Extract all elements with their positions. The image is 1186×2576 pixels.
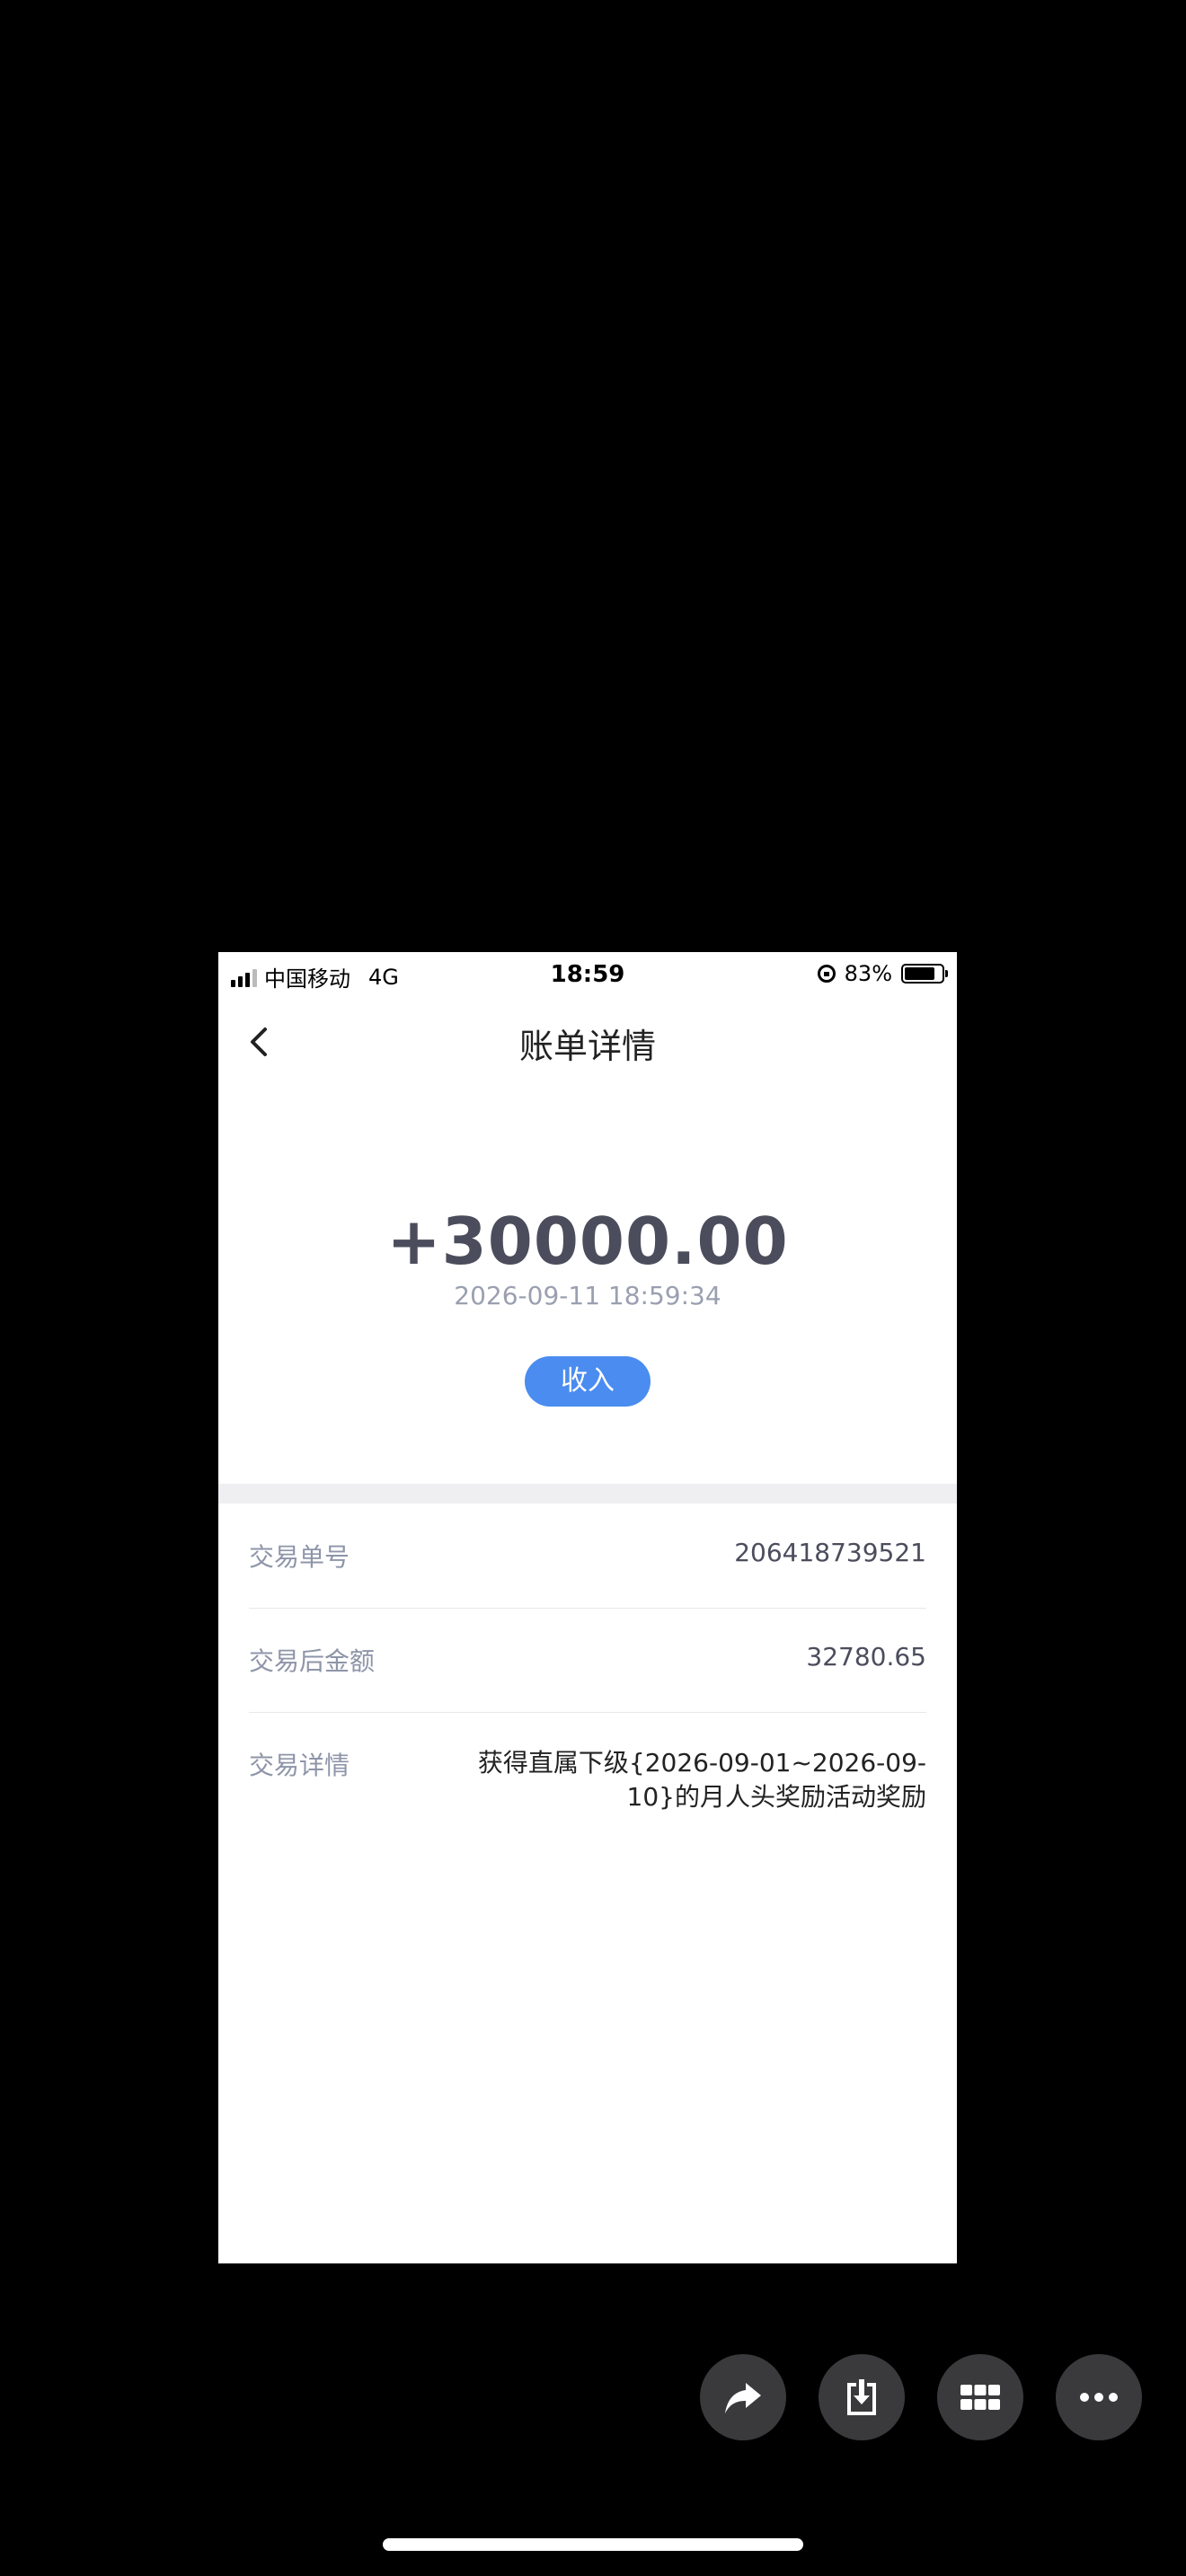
row-divider	[249, 1608, 926, 1609]
detail-label: 交易后金额	[249, 1646, 376, 1676]
page-title: 账单详情	[518, 1027, 656, 1066]
detail-row-description: 交易详情 获得直属下级{2026-09-01~2026-09-10}的月人头奖励…	[249, 1746, 926, 1854]
home-indicator[interactable]	[383, 2538, 803, 2551]
transaction-amount: +30000.00	[386, 1204, 789, 1279]
share-button[interactable]	[700, 2354, 786, 2440]
share-icon	[725, 2383, 761, 2413]
row-divider	[249, 1712, 926, 1713]
status-bar: 中国移动 4G 18:59 83%	[218, 952, 957, 997]
income-badge: 收入	[525, 1356, 651, 1407]
orientation-lock-icon	[817, 965, 836, 983]
more-icon	[1080, 2393, 1118, 2402]
detail-description: 获得直属下级{2026-09-01~2026-09-10}的月人头奖励活动奖励	[477, 1748, 926, 1812]
save-button[interactable]	[819, 2354, 905, 2440]
detail-label: 交易单号	[249, 1542, 350, 1572]
screenshot-frame: 中国移动 4G 18:59 83% 账单详情 +30000.00 2026-09…	[218, 952, 957, 2263]
download-icon	[847, 2379, 876, 2415]
battery-fill	[905, 967, 935, 980]
status-right: 83%	[817, 961, 948, 986]
more-button[interactable]	[1056, 2354, 1142, 2440]
transaction-datetime: 2026-09-11 18:59:34	[454, 1281, 721, 1310]
battery-percent: 83%	[844, 961, 892, 986]
grid-icon	[960, 2385, 1000, 2410]
grid-button[interactable]	[937, 2354, 1023, 2440]
detail-row-order-number: 交易单号 206418739521	[249, 1538, 926, 1574]
battery-icon	[901, 964, 948, 984]
detail-row-balance-after: 交易后金额 32780.65	[249, 1642, 926, 1678]
detail-label: 交易详情	[249, 1751, 350, 1780]
section-separator	[218, 1484, 957, 1504]
nav-bar: 账单详情	[218, 1006, 957, 1078]
detail-value: 206418739521	[734, 1538, 926, 1567]
detail-value: 32780.65	[806, 1642, 926, 1672]
